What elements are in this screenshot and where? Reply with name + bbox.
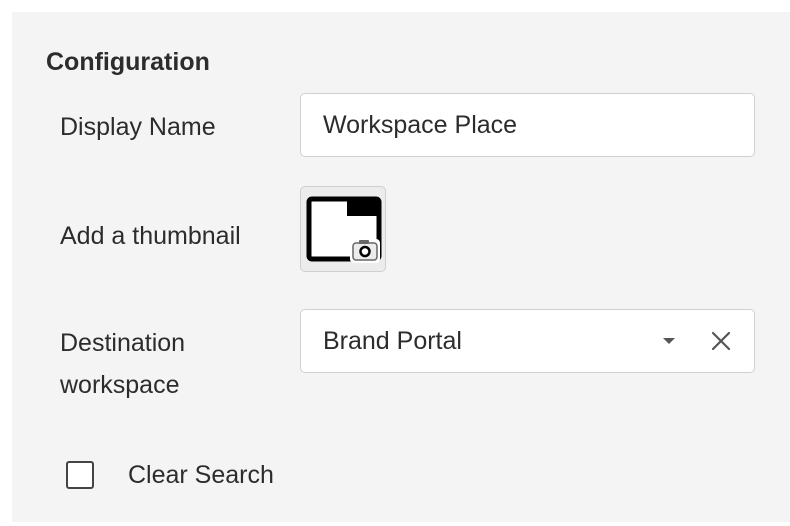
clear-search-label: Clear Search [128, 461, 274, 489]
thumbnail-label: Add a thumbnail [60, 222, 241, 250]
clear-search-checkbox[interactable] [66, 461, 94, 489]
destination-workspace-label: Destination workspace [60, 329, 186, 399]
destination-workspace-select[interactable]: Brand Portal [300, 309, 755, 373]
close-icon[interactable] [709, 329, 733, 353]
image-camera-icon [306, 196, 382, 263]
display-name-label: Display Name [60, 113, 216, 141]
destination-selected-value: Brand Portal [323, 327, 462, 355]
add-thumbnail-button[interactable] [300, 186, 386, 272]
section-title: Configuration [46, 48, 210, 76]
caret-down-icon[interactable] [663, 338, 675, 344]
display-name-input[interactable] [300, 93, 755, 157]
configuration-panel: Configuration Display Name Add a thumbna… [12, 12, 790, 522]
